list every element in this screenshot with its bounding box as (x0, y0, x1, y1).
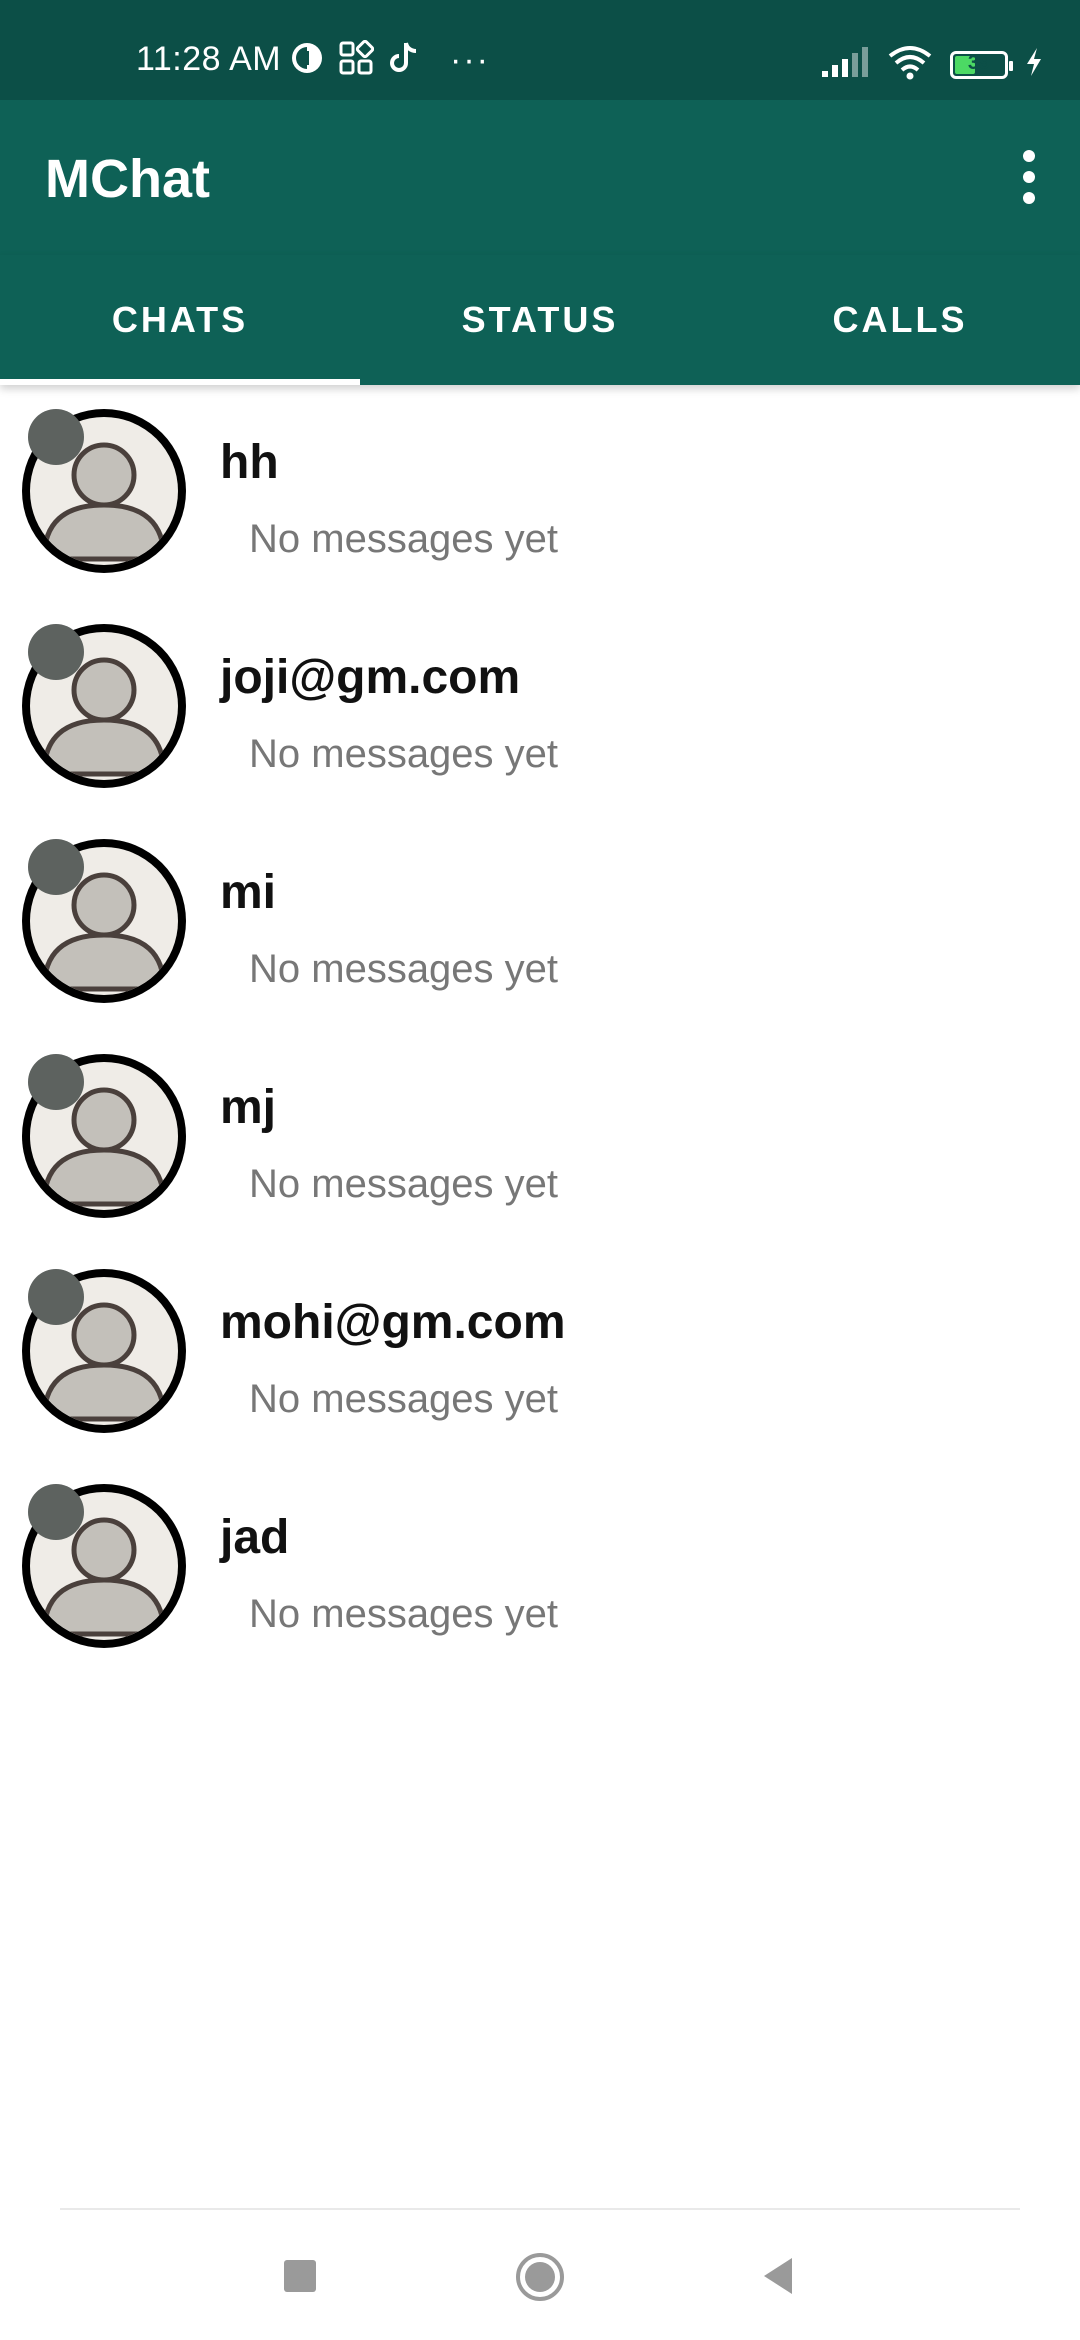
tab-chats[interactable]: CHATS (0, 255, 360, 385)
tab-bar: CHATS STATUS CALLS (0, 255, 1080, 385)
chat-name: mj (220, 1081, 277, 1134)
battery-level-text: 39 (967, 51, 991, 74)
recents-square-icon[interactable] (284, 2260, 316, 2292)
app-bar: MChat (0, 100, 1080, 255)
chat-name: hh (220, 436, 279, 489)
status-bar: 11:28 AM ··· 39 (0, 0, 1080, 100)
chat-list: hh No messages yet joji@gm.com No messag… (0, 385, 1080, 1675)
online-status-dot (28, 839, 84, 895)
chat-preview: No messages yet (249, 947, 559, 991)
chat-item[interactable]: mj No messages yet (0, 1030, 1080, 1245)
status-notification-icons: ··· (290, 39, 490, 81)
chat-item[interactable]: joji@gm.com No messages yet (0, 600, 1080, 815)
online-status-dot (28, 1484, 84, 1540)
signal-icon (820, 45, 870, 84)
home-circle-icon[interactable] (515, 2252, 565, 2302)
chat-name: jad (220, 1511, 290, 1564)
tab-status[interactable]: STATUS (360, 255, 720, 385)
online-status-dot (28, 409, 84, 465)
chat-name: mohi@gm.com (220, 1296, 566, 1349)
chat-preview: No messages yet (249, 1592, 559, 1636)
battery-icon: 39 (950, 50, 1013, 79)
status-system-icons: 39 (820, 44, 1044, 85)
system-nav-bar (0, 2210, 1080, 2340)
chat-preview: No messages yet (249, 517, 559, 561)
chat-name: joji@gm.com (220, 651, 521, 704)
online-status-dot (28, 1054, 84, 1110)
data-saver-icon (290, 41, 324, 80)
online-status-dot (28, 1269, 84, 1325)
tiktok-icon (388, 40, 420, 81)
more-notifications-indicator: ··· (450, 41, 490, 79)
apps-grid-icon (338, 39, 375, 81)
charging-icon (1024, 46, 1044, 83)
status-time: 11:28 AM (136, 40, 282, 78)
app-title: MChat (45, 149, 210, 209)
chat-item[interactable]: jad No messages yet (0, 1460, 1080, 1675)
chat-preview: No messages yet (249, 1377, 559, 1421)
battery-nub (1009, 60, 1013, 71)
chat-item[interactable]: hh No messages yet (0, 385, 1080, 600)
back-triangle-icon[interactable] (758, 2254, 798, 2298)
online-status-dot (28, 624, 84, 680)
chat-item[interactable]: mi No messages yet (0, 815, 1080, 1030)
wifi-icon (886, 44, 934, 85)
chat-preview: No messages yet (249, 732, 559, 776)
chat-preview: No messages yet (249, 1162, 559, 1206)
chat-item[interactable]: mohi@gm.com No messages yet (0, 1245, 1080, 1460)
tab-calls[interactable]: CALLS (720, 255, 1080, 385)
more-vert-icon[interactable] (1012, 150, 1046, 204)
chat-name: mi (220, 866, 277, 919)
